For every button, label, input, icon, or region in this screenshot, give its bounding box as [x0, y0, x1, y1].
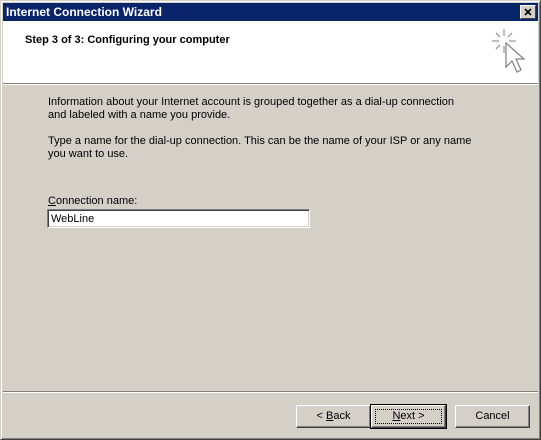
cancel-button[interactable]: Cancel: [455, 405, 530, 428]
wizard-header: Step 3 of 3: Configuring your computer: [3, 21, 538, 84]
instruction-paragraph: Type a name for the dial-up connection. …: [48, 135, 478, 161]
info-line-1: Information about your Internet account …: [48, 96, 455, 108]
wizard-window: Internet Connection Wizard Step 3 of 3: …: [0, 0, 541, 440]
footer-separator: [3, 391, 538, 393]
info-line-2: and labeled with a name you provide.: [48, 109, 231, 121]
close-icon: [524, 8, 532, 16]
back-button[interactable]: < Back: [296, 405, 371, 428]
instruction-line-1: Type a name for the dial-up connection. …: [48, 135, 472, 147]
instruction-line-2: you want to use.: [48, 148, 129, 160]
step-title: Step 3 of 3: Configuring your computer: [25, 34, 230, 46]
info-paragraph: Information about your Internet account …: [48, 96, 478, 122]
wizard-cursor-sparkle-icon: [492, 29, 526, 73]
connection-name-input[interactable]: [47, 209, 310, 228]
close-button[interactable]: [520, 5, 536, 19]
title-bar[interactable]: Internet Connection Wizard: [3, 3, 538, 21]
focus-rectangle: [375, 409, 442, 424]
window-title: Internet Connection Wizard: [6, 5, 162, 19]
connection-name-label: Connection name:: [48, 195, 138, 207]
header-separator: [3, 84, 538, 85]
next-button[interactable]: Next >: [370, 404, 447, 429]
